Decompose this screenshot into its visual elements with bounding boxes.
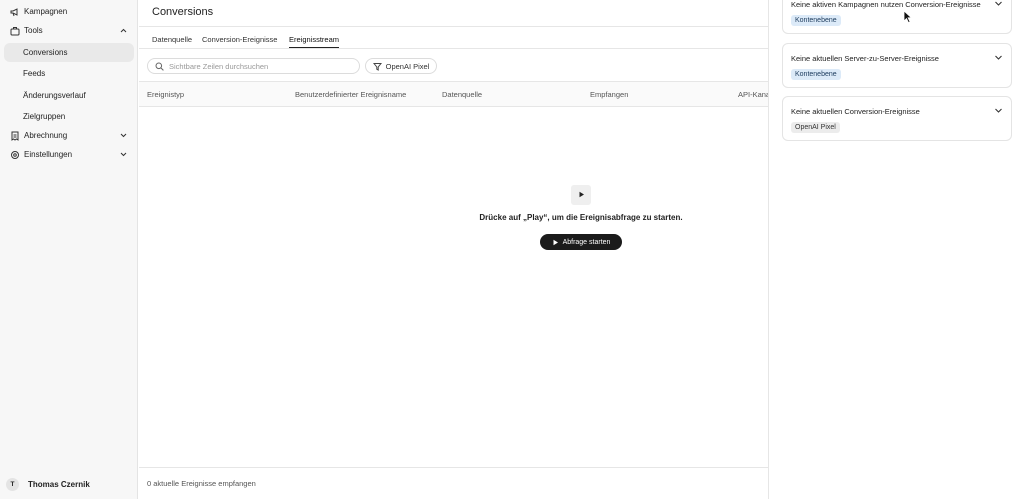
sidebar-item-feeds[interactable]: Feeds bbox=[4, 64, 134, 83]
info-card[interactable]: Keine aktiven Kampagnen nutzen Conversio… bbox=[782, 0, 1012, 34]
info-panel: Keine aktiven Kampagnen nutzen Conversio… bbox=[768, 0, 1024, 499]
chevron-down-icon[interactable] bbox=[994, 0, 1003, 8]
chevron-down-icon[interactable] bbox=[994, 53, 1003, 62]
mouse-cursor-icon bbox=[903, 10, 913, 24]
info-card[interactable]: Keine aktuellen Conversion-Ereignisse Op… bbox=[782, 96, 1012, 141]
tab-ereignisstream[interactable]: Ereignisstream bbox=[289, 35, 339, 44]
column-header-api-kanal[interactable]: API-Kana bbox=[738, 90, 770, 99]
tab-datenquelle[interactable]: Datenquelle bbox=[152, 35, 192, 44]
info-card[interactable]: Keine aktuellen Server-zu-Server-Ereigni… bbox=[782, 43, 1012, 88]
megaphone-icon bbox=[9, 6, 20, 17]
column-header-empfangen[interactable]: Empfangen bbox=[590, 90, 628, 99]
briefcase-icon bbox=[9, 25, 20, 36]
sidebar-item-abrechnung[interactable]: Abrechnung bbox=[4, 126, 134, 145]
play-icon bbox=[578, 191, 585, 200]
column-header-ereignistyp[interactable]: Ereignistyp bbox=[147, 90, 184, 99]
scope-badge: Kontenebene bbox=[791, 69, 841, 80]
scope-badge: Kontenebene bbox=[791, 15, 841, 26]
divider bbox=[139, 106, 768, 107]
search-input[interactable]: Sichtbare Zeilen durchsuchen bbox=[147, 58, 360, 74]
card-title: Keine aktuellen Conversion-Ereignisse bbox=[791, 107, 920, 116]
sidebar-item-label: Tools bbox=[24, 26, 43, 35]
search-icon bbox=[155, 62, 164, 71]
user-name: Thomas Czernik bbox=[28, 480, 90, 489]
search-placeholder: Sichtbare Zeilen durchsuchen bbox=[169, 61, 269, 71]
chevron-down-icon bbox=[118, 148, 128, 160]
play-button[interactable] bbox=[571, 185, 591, 205]
start-query-button[interactable]: Abfrage starten bbox=[540, 234, 622, 250]
divider bbox=[139, 48, 768, 49]
scope-badge: OpenAI Pixel bbox=[791, 122, 840, 133]
empty-state-message: Drücke auf „Play“, um die Ereignisabfrag… bbox=[479, 213, 683, 222]
sidebar-item-label: Kampagnen bbox=[24, 7, 68, 16]
sidebar-item-label: Einstellungen bbox=[24, 150, 73, 159]
chevron-up-icon bbox=[118, 24, 128, 36]
sidebar-item-label: Zielgruppen bbox=[23, 112, 66, 121]
column-header-datenquelle[interactable]: Datenquelle bbox=[442, 90, 482, 99]
column-header-ereignisname[interactable]: Benutzerdefinierter Ereignisname bbox=[295, 90, 406, 99]
receipt-icon bbox=[9, 130, 20, 141]
user-profile[interactable]: T Thomas Czernik bbox=[6, 478, 90, 491]
sidebar-item-label: Feeds bbox=[23, 69, 46, 78]
sidebar-item-label: Abrechnung bbox=[24, 131, 68, 140]
sidebar-item-conversions[interactable]: Conversions bbox=[4, 43, 134, 62]
filter-button[interactable]: OpenAI Pixel bbox=[365, 58, 437, 74]
divider bbox=[139, 26, 768, 27]
events-received-status: 0 aktuelle Ereignisse empfangen bbox=[147, 479, 256, 488]
page-title: Conversions bbox=[152, 6, 214, 18]
sidebar-item-zielgruppen[interactable]: Zielgruppen bbox=[4, 107, 134, 126]
tab-conversion-ereignisse[interactable]: Conversion-Ereignisse bbox=[202, 35, 277, 44]
sidebar-item-label: Conversions bbox=[23, 48, 68, 57]
filter-icon bbox=[372, 62, 382, 71]
sidebar-item-aenderungsverlauf[interactable]: Änderungsverlauf bbox=[4, 86, 134, 105]
sidebar-item-kampagnen[interactable]: Kampagnen bbox=[4, 2, 134, 21]
sidebar: Kampagnen Tools Conversions Feeds Änderu… bbox=[0, 0, 138, 499]
sidebar-item-einstellungen[interactable]: Einstellungen bbox=[4, 145, 134, 164]
divider bbox=[139, 467, 768, 468]
main-content: Conversions Datenquelle Conversion-Ereig… bbox=[139, 0, 770, 499]
card-title: Keine aktiven Kampagnen nutzen Conversio… bbox=[791, 0, 981, 9]
avatar: T bbox=[6, 478, 19, 491]
gear-icon bbox=[9, 149, 20, 160]
sidebar-item-label: Änderungsverlauf bbox=[23, 91, 86, 100]
start-query-label: Abfrage starten bbox=[562, 238, 611, 246]
filter-label: OpenAI Pixel bbox=[385, 61, 430, 71]
chevron-down-icon bbox=[118, 129, 128, 141]
play-icon bbox=[552, 239, 559, 246]
sidebar-item-tools[interactable]: Tools bbox=[4, 21, 134, 40]
chevron-down-icon[interactable] bbox=[994, 106, 1003, 115]
card-title: Keine aktuellen Server-zu-Server-Ereigni… bbox=[791, 54, 939, 63]
